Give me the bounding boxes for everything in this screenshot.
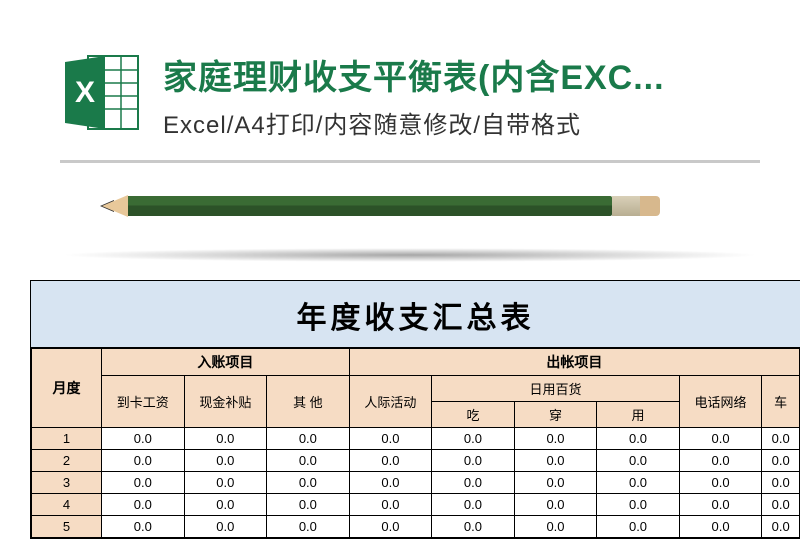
col-car: 车 (762, 376, 800, 428)
divider (60, 160, 760, 163)
page-subtitle: Excel/A4打印/内容随意修改/自带格式 (163, 105, 740, 140)
cell-value: 0.0 (679, 450, 762, 472)
cell-month: 4 (32, 494, 102, 516)
cell-value: 0.0 (102, 472, 185, 494)
col-cash: 现金补贴 (184, 376, 267, 428)
col-group-income: 入账项目 (102, 349, 350, 376)
cell-month: 3 (32, 472, 102, 494)
summary-table: 月度 入账项目 出帐项目 到卡工资 现金补贴 其 他 人际活动 日用百货 电话网… (31, 348, 800, 538)
table-row: 20.00.00.00.00.00.00.00.00.0 (32, 450, 800, 472)
cell-value: 0.0 (762, 472, 800, 494)
cell-value: 0.0 (432, 450, 515, 472)
col-month: 月度 (32, 349, 102, 428)
col-wear: 穿 (514, 402, 597, 428)
col-social: 人际活动 (349, 376, 432, 428)
cell-value: 0.0 (762, 494, 800, 516)
cell-value: 0.0 (597, 516, 680, 538)
cell-value: 0.0 (184, 450, 267, 472)
cell-value: 0.0 (102, 494, 185, 516)
excel-icon: X (60, 50, 145, 135)
cell-value: 0.0 (432, 516, 515, 538)
cell-month: 5 (32, 516, 102, 538)
cell-value: 0.0 (514, 516, 597, 538)
table-row: 50.00.00.00.00.00.00.00.00.0 (32, 516, 800, 538)
cell-value: 0.0 (267, 494, 350, 516)
col-group-expense: 出帐项目 (349, 349, 799, 376)
cell-value: 0.0 (184, 516, 267, 538)
cell-value: 0.0 (349, 428, 432, 450)
cell-value: 0.0 (267, 450, 350, 472)
cell-value: 0.0 (184, 494, 267, 516)
cell-value: 0.0 (679, 428, 762, 450)
cell-value: 0.0 (102, 516, 185, 538)
cell-value: 0.0 (349, 516, 432, 538)
cell-value: 0.0 (349, 450, 432, 472)
cell-value: 0.0 (679, 516, 762, 538)
page-title: 家庭理财收支平衡表(内含EXC... (163, 50, 740, 99)
table-row: 40.00.00.00.00.00.00.00.00.0 (32, 494, 800, 516)
title-block: 家庭理财收支平衡表(内含EXC... Excel/A4打印/内容随意修改/自带格… (163, 50, 740, 140)
svg-text:X: X (75, 76, 95, 109)
shadow (60, 248, 760, 262)
cell-value: 0.0 (184, 472, 267, 494)
sheet-title: 年度收支汇总表 (31, 281, 800, 348)
header: X 家庭理财收支平衡表(内含EXC... Excel/A4打印/内容随意修改/自… (0, 0, 800, 140)
cell-value: 0.0 (762, 516, 800, 538)
cell-month: 1 (32, 428, 102, 450)
cell-value: 0.0 (514, 428, 597, 450)
cell-value: 0.0 (597, 494, 680, 516)
col-phone: 电话网络 (679, 376, 762, 428)
cell-value: 0.0 (102, 428, 185, 450)
spreadsheet-preview: 年度收支汇总表 月度 入账项目 出帐项目 到卡工资 现金补贴 其 他 人际活动 … (30, 280, 800, 539)
cell-value: 0.0 (762, 428, 800, 450)
cell-value: 0.0 (679, 494, 762, 516)
cell-value: 0.0 (597, 450, 680, 472)
table-row: 10.00.00.00.00.00.00.00.00.0 (32, 428, 800, 450)
cell-value: 0.0 (679, 472, 762, 494)
cell-value: 0.0 (432, 472, 515, 494)
pencil-graphic (100, 195, 660, 217)
col-use: 用 (597, 402, 680, 428)
cell-value: 0.0 (349, 472, 432, 494)
cell-value: 0.0 (514, 494, 597, 516)
cell-value: 0.0 (102, 450, 185, 472)
cell-value: 0.0 (267, 472, 350, 494)
table-row: 30.00.00.00.00.00.00.00.00.0 (32, 472, 800, 494)
col-group-daily: 日用百货 (432, 376, 680, 402)
cell-value: 0.0 (267, 428, 350, 450)
cell-value: 0.0 (597, 428, 680, 450)
cell-value: 0.0 (514, 450, 597, 472)
cell-month: 2 (32, 450, 102, 472)
cell-value: 0.0 (184, 428, 267, 450)
col-eat: 吃 (432, 402, 515, 428)
cell-value: 0.0 (432, 428, 515, 450)
cell-value: 0.0 (349, 494, 432, 516)
cell-value: 0.0 (762, 450, 800, 472)
col-other: 其 他 (267, 376, 350, 428)
col-salary: 到卡工资 (102, 376, 185, 428)
cell-value: 0.0 (514, 472, 597, 494)
cell-value: 0.0 (432, 494, 515, 516)
cell-value: 0.0 (597, 472, 680, 494)
cell-value: 0.0 (267, 516, 350, 538)
